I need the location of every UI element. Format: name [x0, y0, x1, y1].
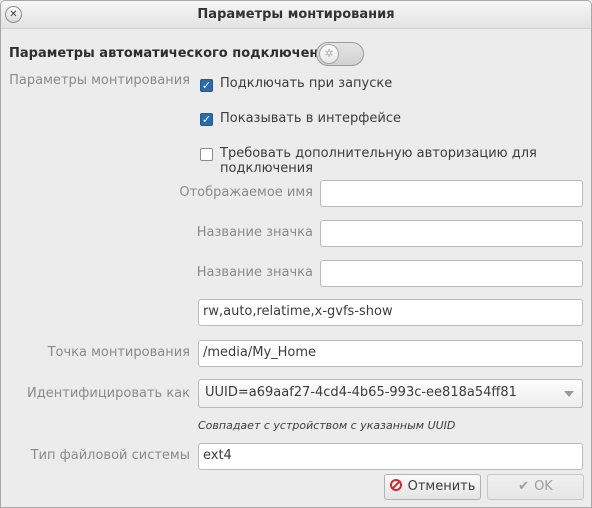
mount-options-input[interactable]: rw,auto,relatime,x-gvfs-show [198, 299, 583, 326]
fs-type-label: Тип файловой системы [30, 448, 190, 463]
cancel-button-label: Отменить [407, 479, 476, 494]
identify-as-hint: Совпадает с устройством с указанным UUID [198, 419, 456, 432]
checkbox-label[interactable]: Требовать дополнительную авторизацию для… [220, 146, 591, 176]
ok-button[interactable]: ✔ OK [487, 474, 584, 500]
identify-as-label: Идентифицировать как [27, 386, 190, 401]
icon-name-label: Название значка [196, 225, 313, 240]
symbolic-icon-name-input[interactable] [320, 260, 583, 287]
cancel-button[interactable]: Отменить [384, 474, 481, 500]
checkbox-label[interactable]: Показывать в интерфейсе [220, 111, 401, 126]
checkbox-connect-on-start[interactable]: ✓ [200, 79, 213, 92]
check-icon: ✓ [201, 79, 212, 92]
icon-name-input[interactable] [320, 220, 583, 247]
ok-button-label: OK [534, 479, 553, 494]
mount-params-label: Параметры монтирования [9, 73, 190, 88]
checkmark-icon: ✔ [518, 479, 530, 494]
identify-as-value: UUID=a69aaf27-4cd4-4b65-993c-ee818a54ff8… [205, 385, 517, 400]
mount-point-label: Точка монтирования [47, 345, 190, 360]
mount-options-dialog: ✕ Параметры монтирования Параметры автом… [0, 0, 592, 508]
fs-type-input[interactable]: ext4 [198, 443, 583, 470]
symbolic-icon-name-label: Название значка [196, 265, 313, 280]
window-title: Параметры монтирования [197, 7, 395, 22]
display-name-input[interactable] [320, 180, 583, 207]
identify-as-combo[interactable]: UUID=a69aaf27-4cd4-4b65-993c-ee818a54ff8… [198, 379, 583, 408]
checkbox-label[interactable]: Подключать при запуске [220, 76, 392, 91]
mount-point-input[interactable]: /media/My_Home [198, 340, 583, 367]
checkbox-require-auth[interactable] [200, 148, 213, 161]
title-bar: ✕ Параметры монтирования [1, 1, 591, 29]
display-name-label: Отображаемое имя [179, 185, 313, 200]
auto-connect-toggle[interactable]: ✲ [316, 42, 364, 66]
auto-connect-label: Параметры автоматического подключения [9, 46, 336, 61]
cancel-icon [389, 479, 402, 491]
checkbox-show-in-interface[interactable]: ✓ [200, 113, 213, 126]
chevron-down-icon [564, 391, 574, 397]
toggle-knob-icon: ✲ [319, 44, 339, 64]
check-icon: ✓ [201, 113, 212, 126]
